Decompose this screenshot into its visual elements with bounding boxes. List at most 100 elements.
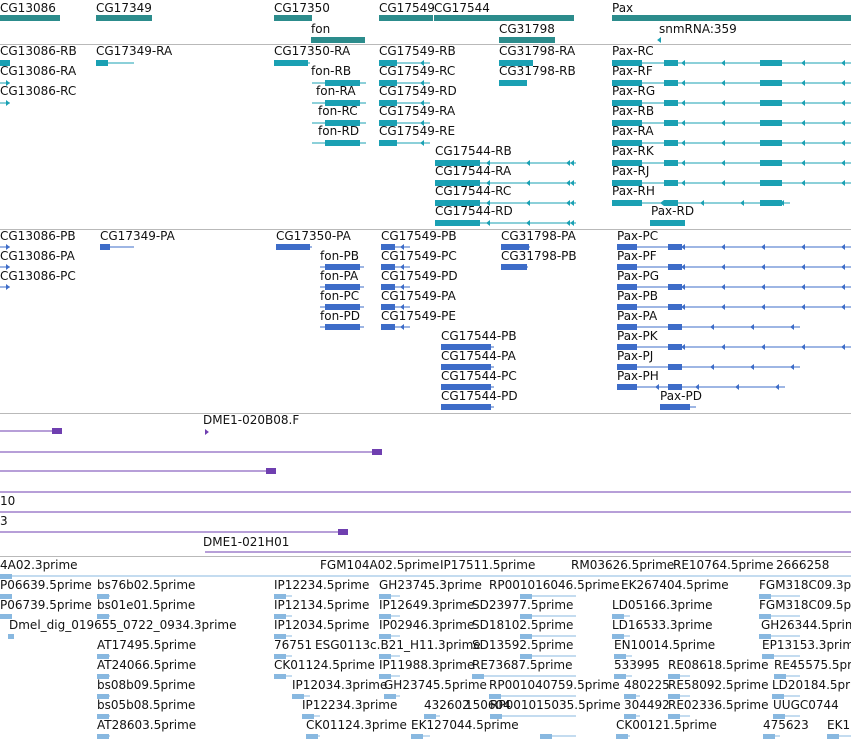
pax-exon[interactable] [664, 140, 678, 146]
pax-exon[interactable] [760, 60, 782, 66]
est-ip12034-5prime-label[interactable]: IP12034.5prime [274, 619, 369, 632]
est-ck00121-5prime-label[interactable]: CK00121.5prime [616, 719, 717, 732]
gene-pax-span[interactable] [612, 15, 851, 21]
pax-exon[interactable] [668, 304, 682, 310]
est-ld20184-5prime-label[interactable]: LD20184.5prime [772, 679, 851, 692]
pax-exon[interactable] [664, 120, 678, 126]
protein-cg13086-pb-label[interactable]: CG13086-PB [0, 230, 76, 243]
cg17549-p4-exon[interactable] [381, 324, 395, 330]
est-ip17511-5prime-label[interactable]: IP17511.5prime [440, 559, 535, 572]
gene-cg17549-span[interactable] [379, 15, 433, 21]
transcript-cg17549-rc-label[interactable]: CG17549-RC [379, 65, 455, 78]
pax-exon[interactable] [760, 180, 782, 186]
transcript-cg13086-rc-label[interactable]: CG13086-RC [0, 85, 76, 98]
pax-exon[interactable] [664, 100, 678, 106]
clone-10-label[interactable]: 10 [0, 495, 15, 508]
est-sd13592-5prime-label[interactable]: SD13592.5prime [472, 639, 573, 652]
est-block-49[interactable] [411, 734, 423, 739]
est-re73687-5prime-label[interactable]: RE73687.5prime [472, 659, 573, 672]
est-ep13153-3prime-label[interactable]: EP13153.3prime [762, 639, 851, 652]
cg17544-p3-exon[interactable] [441, 404, 491, 410]
protein-cg17349-pa-label[interactable]: CG17349-PA [100, 230, 175, 243]
est-bs08b09-5prime-label[interactable]: bs08b09.5prime [97, 679, 195, 692]
est-ip12234-5prime-label[interactable]: IP12234.5prime [274, 579, 369, 592]
pax-exon[interactable] [760, 120, 782, 126]
est-ld16533-3prime-label[interactable]: LD16533.3prime [612, 619, 713, 632]
gene-pax-label[interactable]: Pax [612, 2, 633, 15]
clone-end-1[interactable] [52, 428, 62, 434]
protein-pax-pg-label[interactable]: Pax-PG [617, 270, 659, 283]
est-fgm318c09-5prime-label[interactable]: FGM318C09.5prime [759, 599, 851, 612]
est-sd18102-5prime-label[interactable]: SD18102.5prime [472, 619, 573, 632]
est-480225-label[interactable]: 480225 [624, 679, 670, 692]
est-sd23977-5prime-label[interactable]: SD23977.5prime [472, 599, 573, 612]
pax-exon[interactable] [760, 100, 782, 106]
transcript-cg13086-rb-label[interactable]: CG13086-RB [0, 45, 77, 58]
protein-fon-pa-label[interactable]: fon-PA [320, 270, 358, 283]
transcript-pax-rg-label[interactable]: Pax-RG [612, 85, 655, 98]
est-fgm318c09-3prime-label[interactable]: FGM318C09.3prime [759, 579, 851, 592]
est-block-27[interactable] [274, 674, 286, 679]
clone-end-2[interactable] [372, 449, 382, 455]
est-533995-label[interactable]: 533995 [614, 659, 660, 672]
est-fgm104a02-5prime-label[interactable]: FGM104A02.5prime [320, 559, 439, 572]
est-bs01e01-5prime-label[interactable]: bs01e01.5prime [97, 599, 195, 612]
gene-cg17350-span[interactable] [274, 15, 312, 21]
est-re45575-5prime-label[interactable]: RE45575.5prime [774, 659, 851, 672]
clone-end-6[interactable] [338, 529, 348, 535]
gene-cg17350-label[interactable]: CG17350 [274, 2, 330, 15]
est-ip12034-3prime-label[interactable]: IP12034.3prime [292, 679, 387, 692]
cg17350-pa-exon[interactable] [276, 244, 310, 250]
transcript-cg17549-rd-label[interactable]: CG17549-RD [379, 85, 457, 98]
transcript-cg17544-rd-label[interactable]: CG17544-RD [435, 205, 513, 218]
est-ip11988-3prime-label[interactable]: IP11988.3prime [379, 659, 474, 672]
transcript-pax-rh-label[interactable]: Pax-RH [612, 185, 655, 198]
est-304492-label[interactable]: 304492 [624, 699, 670, 712]
est-block-47[interactable] [97, 734, 109, 739]
protein-cg31798-pb-label[interactable]: CG31798-PB [501, 250, 577, 263]
pax-pd-exon[interactable] [660, 404, 690, 410]
est-at17495-5prime-label[interactable]: AT17495.5prime [97, 639, 196, 652]
transcript-cg17549-rb-label[interactable]: CG17549-RB [379, 45, 456, 58]
pax-exon[interactable] [668, 264, 682, 270]
transcript-cg17549-re-label[interactable]: CG17549-RE [379, 125, 455, 138]
gene-snmrna-label[interactable]: snmRNA:359 [659, 23, 737, 36]
gene-fon-label[interactable]: fon [311, 23, 330, 36]
transcript-cg31798-ra-label[interactable]: CG31798-RA [499, 45, 575, 58]
protein-cg13086-pa-label[interactable]: CG13086-PA [0, 250, 75, 263]
gene-fon-span[interactable] [311, 37, 365, 43]
pax-exon[interactable] [664, 180, 678, 186]
est-block-51[interactable] [616, 734, 628, 739]
pax-exon[interactable] [760, 160, 782, 166]
gene-cg13086-span[interactable] [0, 15, 60, 21]
est-ck01124-3prime-label[interactable]: CK01124.3prime [306, 719, 407, 732]
protein-pax-pf-label[interactable]: Pax-PF [617, 250, 657, 263]
clone-end-3[interactable] [266, 468, 276, 474]
est-rp001040759-5prime-label[interactable]: RP001040759.5prime [489, 679, 620, 692]
gene-cg17544-label[interactable]: CG17544 [434, 2, 490, 15]
protein-cg17544-pc-label[interactable]: CG17544-PC [441, 370, 517, 383]
est-re10764-5prime-label[interactable]: RE10764.5prime [673, 559, 774, 572]
protein-pax-pb-label[interactable]: Pax-PB [617, 290, 658, 303]
est-re08618-5prime-label[interactable]: RE08618.5prime [668, 659, 769, 672]
transcript-fon-rc-label[interactable]: fon-RC [318, 105, 358, 118]
est-block-14[interactable] [8, 634, 14, 639]
est-gh23745-5prime-label[interactable]: GH23745.5prime [384, 679, 487, 692]
est-ip02946-3prime-label[interactable]: IP02946.3prime [379, 619, 474, 632]
transcript-pax-rb-label[interactable]: Pax-RB [612, 105, 654, 118]
est-ip12649-3prime-label[interactable]: IP12649.3prime [379, 599, 474, 612]
protein-cg17549-pb-label[interactable]: CG17549-PB [381, 230, 457, 243]
est-4a02-3prime-label[interactable]: 4A02.3prime [0, 559, 78, 572]
pax-p7-exon[interactable] [617, 384, 637, 390]
est-block-52[interactable] [763, 734, 775, 739]
est-ek127044-5prime-label[interactable]: EK127044.5prime [411, 719, 519, 732]
est-ck01124-5prime-label[interactable]: CK01124.5prime [274, 659, 375, 672]
protein-cg31798-pa-label[interactable]: CG31798-PA [501, 230, 576, 243]
transcript-fon-rd-label[interactable]: fon-RD [318, 125, 359, 138]
pax-exon[interactable] [664, 160, 678, 166]
pax-exon[interactable] [668, 364, 682, 370]
est-p06739-5prime-label[interactable]: P06739.5prime [0, 599, 92, 612]
est-ip12134-5prime-label[interactable]: IP12134.5prime [274, 599, 369, 612]
est-re58092-5prime-label[interactable]: RE58092.5prime [668, 679, 769, 692]
protein-pax-pa-label[interactable]: Pax-PA [617, 310, 657, 323]
